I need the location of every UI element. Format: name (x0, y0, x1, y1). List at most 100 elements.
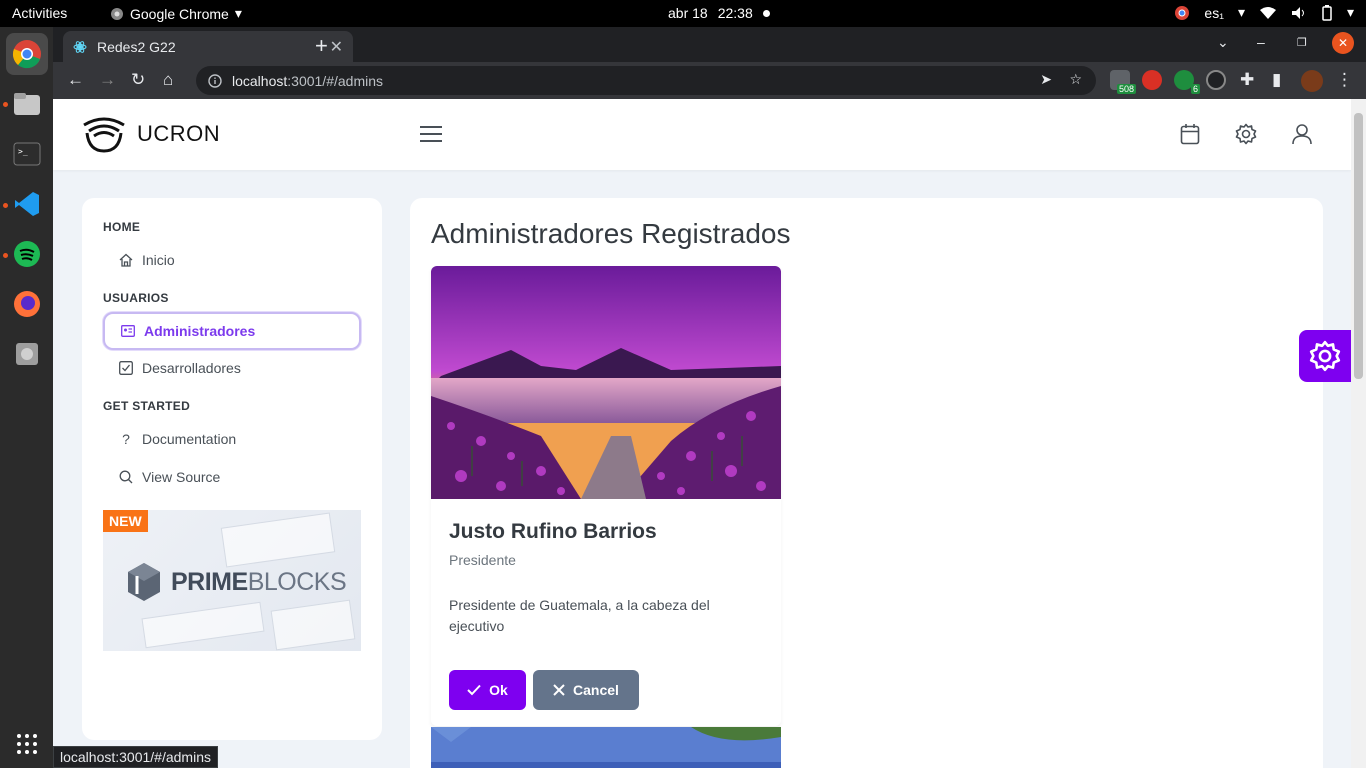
puzzle-icon[interactable]: ✚ (1240, 70, 1254, 90)
system-tray[interactable]: es₁ ▾ ▾ (1174, 4, 1354, 21)
tab-title: Redes2 G22 (97, 38, 176, 55)
wifi-icon (1259, 6, 1276, 19)
site-info-icon[interactable] (208, 73, 222, 88)
spotify-icon[interactable] (6, 233, 48, 275)
home-icon[interactable]: ⌂ (163, 70, 173, 90)
primeblocks-cube-icon (128, 563, 160, 601)
check-icon (467, 684, 481, 696)
new-tab-button[interactable]: + (315, 33, 328, 59)
status-bar-url: localhost:3001/#/admins (53, 746, 218, 768)
tab-strip: Redes2 G22 ✕ + ⌄ – ❐ ✕ (53, 27, 1366, 62)
promo-decoration (141, 601, 265, 649)
system-top-bar: Activities Google Chrome ▾ abr 18 22:38 … (0, 0, 1366, 27)
files-icon[interactable] (6, 83, 48, 125)
clock-date: abr 18 (668, 5, 708, 21)
chrome-tray-icon (1175, 5, 1190, 20)
terminal-icon[interactable]: >_ (6, 133, 48, 175)
close-icon (553, 684, 565, 696)
tab-close-icon[interactable]: ✕ (330, 37, 343, 57)
clock-time: 22:38 (717, 5, 753, 21)
sidebar-item-label: Administradores (144, 323, 256, 339)
adblock-icon[interactable] (1142, 70, 1162, 90)
cancel-button[interactable]: Cancel (533, 670, 639, 710)
search-icon (119, 470, 133, 484)
svg-text:>_: >_ (18, 147, 28, 156)
sidebar: HOME Inicio USUARIOS Administradores Des… (82, 198, 382, 740)
forward-icon[interactable]: → (99, 70, 116, 90)
bookmark-star-icon[interactable]: ☆ (1069, 71, 1082, 88)
app-grid-icon[interactable] (6, 723, 48, 765)
url-path: :3001/#/admins (287, 72, 383, 89)
cancel-label: Cancel (573, 682, 619, 698)
brand-name: UCRON (137, 121, 221, 146)
app-menu[interactable]: Google Chrome ▾ (110, 5, 242, 22)
sidebar-item-view-source[interactable]: View Source (103, 458, 361, 496)
extension-icon[interactable] (1206, 70, 1226, 90)
promo-decoration (270, 599, 356, 651)
address-bar[interactable]: localhost:3001/#/admins ➤ ☆ (196, 66, 1096, 95)
extension-icon[interactable]: 6 (1174, 70, 1200, 94)
scrollbar-thumb[interactable] (1354, 113, 1363, 379)
id-card-icon (121, 325, 135, 337)
vscode-icon[interactable] (6, 183, 48, 225)
volume-icon (1291, 6, 1304, 19)
web-page: UCRON HOME Inicio USUARIOS Administrador… (53, 99, 1351, 768)
sidebar-item-label: View Source (142, 469, 221, 485)
section-title-usuarios: USUARIOS (103, 291, 169, 305)
sidebar-item-documentation[interactable]: ? Documentation (103, 420, 361, 458)
promo-brand-blocks: BLOCKS (247, 567, 347, 596)
admin-description: Presidente de Guatemala, a la cabeza del… (449, 597, 710, 634)
chrome-small-icon (111, 7, 123, 20)
user-icon[interactable] (1291, 123, 1313, 145)
dock: >_ (0, 27, 53, 768)
card-image (431, 266, 781, 499)
clock[interactable]: abr 18 22:38 (668, 5, 770, 21)
promo-brand-prime: PRIME (171, 567, 248, 596)
notification-dot (762, 9, 770, 17)
admin-name: Justo Rufino Barrios (449, 520, 657, 543)
logo[interactable]: UCRON (81, 115, 220, 153)
primeblocks-promo-banner[interactable]: NEW PRIME BLOCKS (103, 510, 361, 651)
browser-toolbar: ← → ↻ ⌂ localhost:3001/#/admins ➤ ☆ 508 … (53, 62, 1366, 99)
language-indicator[interactable]: es₁ (1204, 5, 1224, 21)
page-scrollbar[interactable] (1351, 99, 1366, 768)
primeblocks-logo: PRIME BLOCKS (127, 562, 347, 602)
sidebar-item-label: Inicio (142, 252, 175, 268)
config-panel-button[interactable] (1299, 330, 1351, 382)
url-host: localhost (232, 72, 288, 89)
ok-button[interactable]: Ok (449, 670, 526, 710)
maximize-icon[interactable]: ❐ (1297, 36, 1307, 49)
sidebar-item-administradores[interactable]: Administradores (103, 312, 361, 350)
chrome-icon[interactable] (6, 33, 48, 75)
admin-role: Presidente (449, 552, 516, 568)
firefox-icon[interactable] (6, 283, 48, 325)
check-square-icon (119, 361, 133, 375)
app-menu-label: Google Chrome (130, 5, 229, 22)
avatar[interactable] (1301, 70, 1323, 92)
browser-tab[interactable]: Redes2 G22 ✕ (63, 31, 353, 62)
back-icon[interactable]: ← (67, 70, 84, 90)
new-badge: NEW (103, 510, 148, 532)
settings-gear-icon[interactable] (1235, 123, 1257, 145)
extension-icon[interactable]: 508 (1110, 70, 1136, 94)
close-window-icon[interactable]: ✕ (1332, 32, 1354, 54)
card-image-next (431, 727, 781, 768)
calendar-icon[interactable] (1180, 123, 1200, 145)
disk-icon[interactable] (6, 333, 48, 375)
reload-icon[interactable]: ↻ (131, 70, 145, 90)
battery-icon (1322, 4, 1332, 21)
ok-label: Ok (489, 682, 508, 698)
tab-search-icon[interactable]: ⌄ (1217, 34, 1229, 51)
sidebar-item-desarrolladores[interactable]: Desarrolladores (103, 349, 361, 387)
hamburger-menu-icon[interactable] (420, 126, 442, 142)
ucron-logo-icon (83, 117, 125, 153)
admin-card: Justo Rufino Barrios Presidente Presiden… (431, 266, 781, 726)
side-panel-icon[interactable]: ▮ (1272, 70, 1281, 90)
kebab-menu-icon[interactable]: ⋮ (1336, 70, 1353, 90)
send-icon[interactable]: ➤ (1040, 71, 1052, 88)
activities-button[interactable]: Activities (12, 5, 67, 21)
extension-badge: 508 (1116, 84, 1136, 94)
minimize-icon[interactable]: – (1257, 34, 1265, 50)
sidebar-item-inicio[interactable]: Inicio (103, 241, 361, 279)
sidebar-item-label: Desarrolladores (142, 360, 241, 376)
